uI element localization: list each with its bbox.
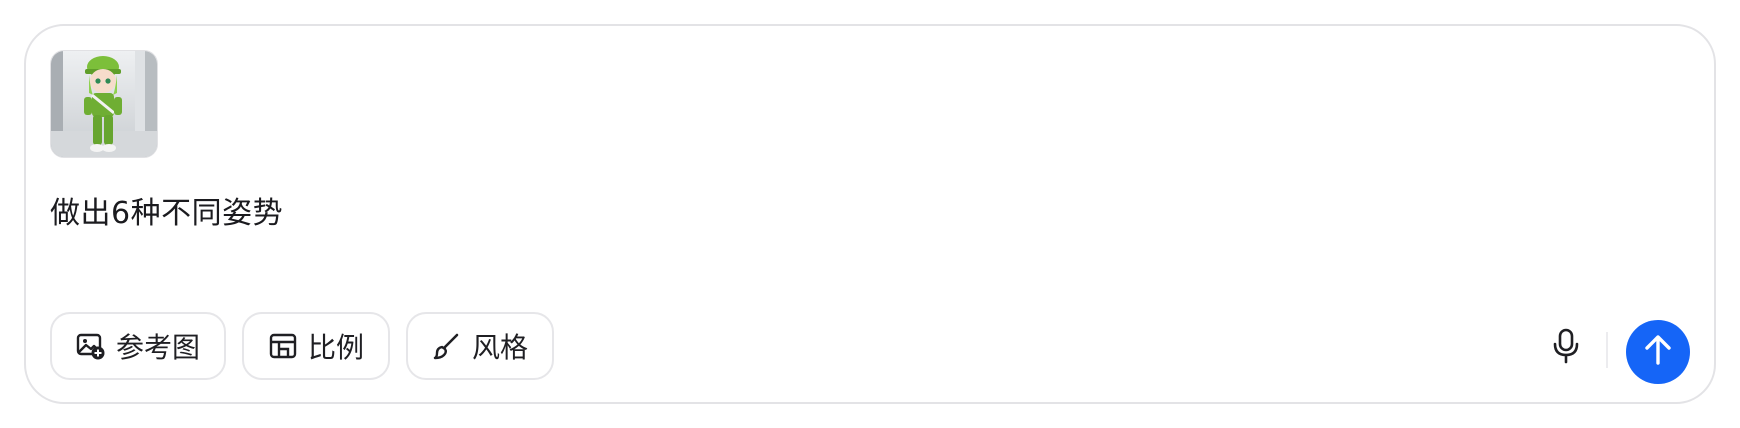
brush-icon — [432, 331, 462, 361]
actions-divider — [1606, 332, 1608, 368]
reference-image-button[interactable]: 参考图 — [50, 312, 226, 380]
arrow-up-icon — [1643, 334, 1673, 370]
style-label: 风格 — [472, 331, 529, 364]
ratio-label: 比例 — [308, 331, 365, 364]
style-button[interactable]: 风格 — [406, 312, 554, 380]
character-image — [51, 51, 157, 157]
reference-image-label: 参考图 — [116, 331, 201, 364]
image-add-icon — [76, 331, 106, 361]
prompt-composer[interactable]: 做出6种不同姿势 参考图 比例 风格 — [24, 24, 1716, 404]
send-button[interactable] — [1626, 320, 1690, 384]
microphone-icon — [1551, 328, 1581, 368]
prompt-text[interactable]: 做出6种不同姿势 — [50, 188, 283, 232]
microphone-button[interactable] — [1546, 326, 1586, 370]
ratio-button[interactable]: 比例 — [242, 312, 390, 380]
attached-image-thumbnail[interactable] — [50, 50, 158, 158]
layout-icon — [268, 331, 298, 361]
